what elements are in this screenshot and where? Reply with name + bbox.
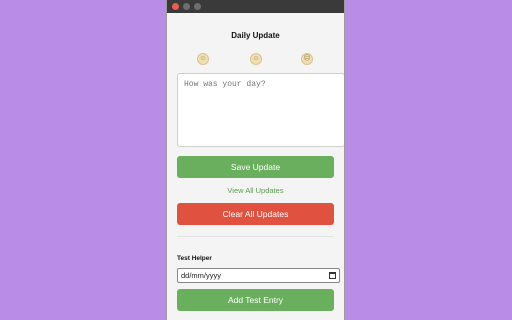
happy-face-icon[interactable]: ☺ xyxy=(197,53,209,65)
sad-face-icon[interactable]: ☹ xyxy=(301,53,313,65)
popup-window: Daily Update ☺ ☺ ☹ Save Update View All … xyxy=(166,0,345,320)
daily-update-textarea[interactable] xyxy=(177,73,344,147)
calendar-icon[interactable] xyxy=(329,272,336,279)
date-input-placeholder: dd/mm/yyyy xyxy=(181,271,222,280)
maximize-window-icon[interactable] xyxy=(194,3,201,10)
view-all-updates-link[interactable]: View All Updates xyxy=(167,186,344,195)
close-window-icon[interactable] xyxy=(172,3,179,10)
minimize-window-icon[interactable] xyxy=(183,3,190,10)
window-titlebar xyxy=(167,0,344,13)
date-input[interactable]: dd/mm/yyyy xyxy=(177,268,340,283)
neutral-face-icon[interactable]: ☺ xyxy=(250,53,262,65)
clear-all-updates-button[interactable]: Clear All Updates xyxy=(177,203,334,225)
add-test-entry-button[interactable]: Add Test Entry xyxy=(177,289,334,311)
page-title: Daily Update xyxy=(231,31,280,40)
section-divider xyxy=(177,236,334,237)
save-update-button[interactable]: Save Update xyxy=(177,156,334,178)
test-helper-label: Test Helper xyxy=(177,255,212,262)
